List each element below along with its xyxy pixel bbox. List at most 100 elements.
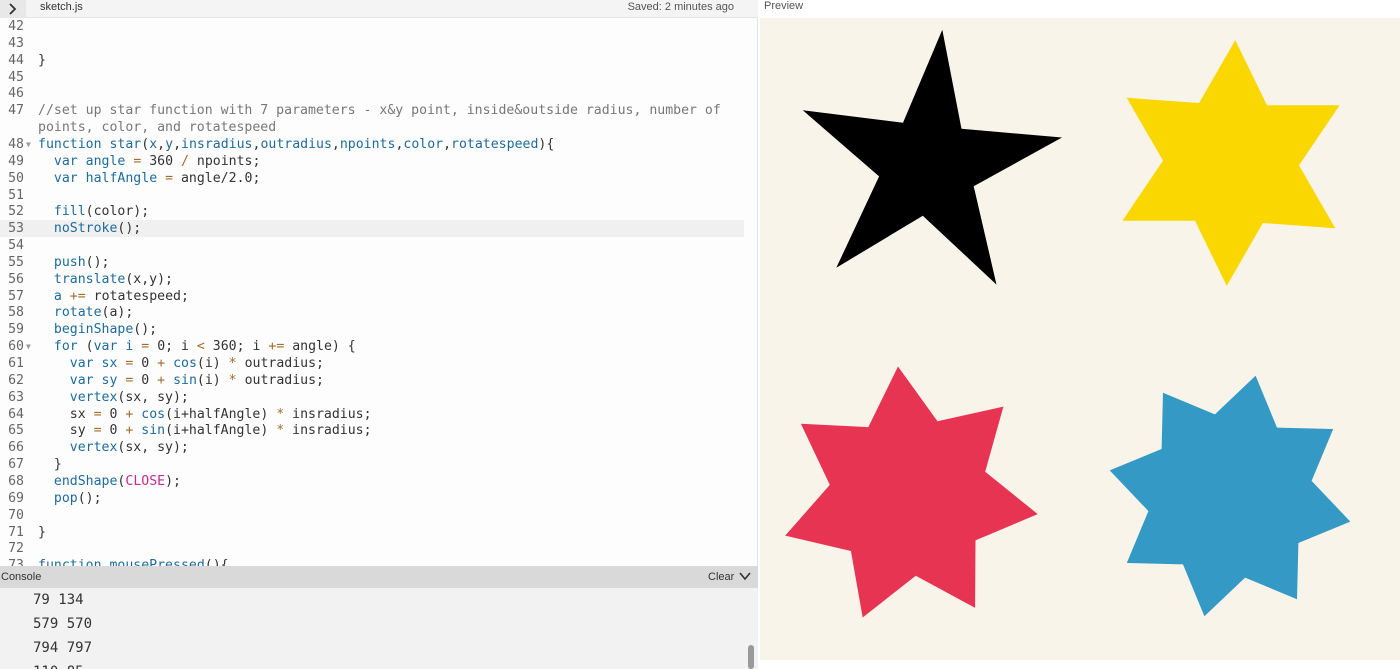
- console-line: 110 85: [33, 664, 84, 669]
- console-scrollbar[interactable]: [744, 588, 758, 669]
- line-number: 49: [8, 153, 24, 169]
- fold-arrow-icon[interactable]: ▼: [26, 136, 31, 153]
- code-editor[interactable]: 42 43 44} 45 46 47//set up star function with…: [0, 18, 758, 566]
- code-text: var halfAngle = angle/2.0;: [53, 170, 261, 186]
- code-line[interactable]: 53 noStroke();: [0, 220, 744, 238]
- code-line[interactable]: 57 a += rotatespeed;: [0, 288, 744, 305]
- code-line[interactable]: 45: [0, 69, 744, 86]
- sketch-preview-canvas[interactable]: [760, 18, 1400, 660]
- code-line[interactable]: 55 push();: [0, 254, 744, 271]
- yellow-star: [1122, 40, 1340, 286]
- line-number: 52: [8, 204, 24, 220]
- code-text: var sx = 0 + cos(i) * outradius;: [69, 356, 324, 371]
- code-line[interactable]: 58 rotate(a);: [0, 304, 744, 321]
- code-text: rotate(a);: [53, 305, 134, 321]
- line-number: 50: [8, 170, 24, 186]
- chevron-right-icon: [9, 3, 17, 15]
- line-number: 69: [8, 490, 24, 506]
- line-number: 43: [8, 35, 24, 51]
- code-line[interactable]: 54: [0, 237, 744, 254]
- line-number: 45: [8, 69, 24, 85]
- code-line[interactable]: 49 var angle = 360 / npoints;: [0, 153, 744, 170]
- code-line[interactable]: 44}: [0, 52, 744, 69]
- code-line[interactable]: 73 function mousePressed(){: [0, 557, 744, 566]
- code-line[interactable]: 62 var sy = 0 + sin(i) * outradius;: [0, 372, 744, 389]
- line-number: 55: [8, 254, 24, 270]
- code-line[interactable]: 71}: [0, 524, 744, 541]
- line-number: 68: [8, 473, 24, 489]
- code-text: sy = 0 + sin(i+halfAngle) * insradius;: [38, 423, 372, 439]
- line-number: 60: [8, 339, 24, 355]
- line-number: 57: [8, 288, 24, 304]
- fold-arrow-icon[interactable]: ▼: [26, 338, 31, 355]
- line-number: 47: [8, 103, 24, 119]
- chevron-down-icon[interactable]: [738, 569, 752, 583]
- code-line[interactable]: 60 ▼ for (var i = 0; i < 360; i += angle)…: [0, 338, 744, 355]
- code-text: for (var i = 0; i < 360; i += angle) {: [53, 339, 356, 355]
- code-text: translate(x,y);: [53, 271, 173, 287]
- code-text: points, color, and rotatespeed: [38, 120, 277, 136]
- save-status: Saved: 2 minutes ago: [627, 1, 734, 13]
- code-line[interactable]: 67 }: [0, 456, 744, 473]
- code-text: //set up star function with 7 parameters…: [38, 103, 721, 119]
- code-line[interactable]: 56 translate(x,y);: [0, 271, 744, 288]
- code-line[interactable]: 69 pop();: [0, 490, 744, 507]
- code-line[interactable]: 51: [0, 187, 744, 204]
- code-text: noStroke();: [53, 221, 142, 237]
- code-line[interactable]: 47 //set up star function with 7 paramete…: [0, 102, 744, 119]
- blue-star: [1109, 375, 1351, 617]
- code-text: function star(x,y,insradius,outradius,np…: [38, 136, 555, 152]
- file-name-tab[interactable]: sketch.js: [40, 1, 83, 13]
- code-text: pop();: [53, 490, 102, 506]
- code-text: sx = 0 + cos(i+halfAngle) * insradius;: [38, 406, 372, 422]
- code-line[interactable]: 42: [0, 18, 744, 35]
- line-number: 51: [8, 187, 24, 203]
- code-line[interactable]: 43: [0, 35, 744, 52]
- code-text: a += rotatespeed;: [53, 288, 189, 304]
- code-line[interactable]: 59 beginShape();: [0, 321, 744, 338]
- code-line[interactable]: points, color, and rotatespeed: [0, 119, 744, 136]
- console-title: Console: [1, 571, 42, 583]
- code-text: var angle = 360 / npoints;: [53, 153, 261, 169]
- preview-label: Preview: [764, 0, 804, 12]
- line-number: 56: [8, 271, 24, 287]
- editor-header: sketch.js Saved: 2 minutes ago: [0, 0, 758, 18]
- code-line[interactable]: 66 vertex(sx, sy);: [0, 439, 744, 456]
- line-number: 42: [8, 19, 24, 34]
- sidebar-toggle-button[interactable]: [0, 0, 26, 18]
- line-number: 64: [8, 406, 24, 422]
- code-line[interactable]: 50 var halfAngle = angle/2.0;: [0, 170, 744, 187]
- line-number: 72: [8, 541, 24, 557]
- line-number: 63: [8, 389, 24, 405]
- line-number: 61: [8, 356, 24, 371]
- code-line[interactable]: 52 fill(color);: [0, 203, 744, 220]
- code-line[interactable]: 72: [0, 540, 744, 557]
- code-line[interactable]: 68 endShape(CLOSE);: [0, 473, 744, 490]
- line-number: 70: [8, 507, 24, 523]
- line-number: 48: [8, 136, 24, 152]
- code-line[interactable]: 64 sx = 0 + cos(i+halfAngle) * insradius…: [0, 406, 744, 423]
- console-line: 794 797: [33, 640, 93, 656]
- console-line: 579 570: [33, 616, 93, 632]
- code-text: vertex(sx, sy);: [69, 389, 189, 405]
- console-line: 79 134: [33, 592, 84, 608]
- preview-svg: [785, 29, 1351, 618]
- code-text: beginShape();: [53, 322, 158, 338]
- code-line[interactable]: 61 var sx = 0 + cos(i) * outradius;: [0, 355, 744, 372]
- line-number: 65: [8, 423, 24, 439]
- code-line[interactable]: 63 vertex(sx, sy);: [0, 389, 744, 406]
- console-output: 79 134 579 570 794 797 110 85: [0, 588, 758, 669]
- code-line[interactable]: 70: [0, 507, 744, 524]
- console-clear-button[interactable]: Clear: [708, 571, 734, 583]
- code-line[interactable]: 46: [0, 85, 744, 102]
- code-line[interactable]: 48 ▼ function star(x,y,insradius,outradius…: [0, 136, 744, 153]
- code-line[interactable]: 65 sy = 0 + sin(i+halfAngle) * insradius…: [0, 422, 744, 439]
- code-text: function mousePressed(){: [38, 558, 229, 566]
- console-scroll-thumb[interactable]: [748, 645, 754, 669]
- code-text: endShape(CLOSE);: [53, 473, 181, 489]
- code-text: }: [38, 52, 46, 68]
- line-number: 73: [8, 558, 24, 566]
- code-text: }: [38, 457, 62, 473]
- line-number: 66: [8, 440, 24, 456]
- line-number: 44: [8, 52, 24, 68]
